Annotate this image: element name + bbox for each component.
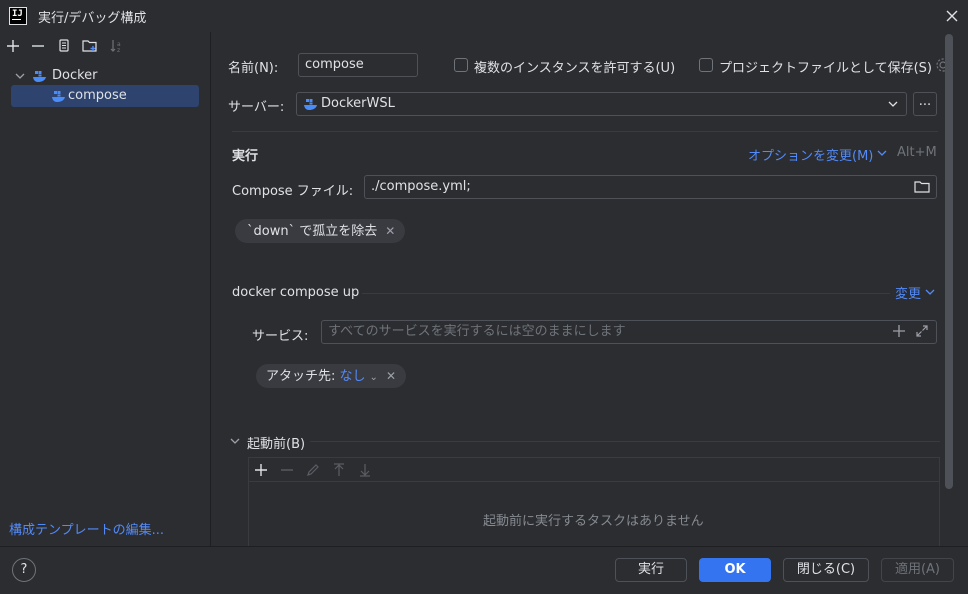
title-bar: IJ 実行/デバッグ構成 (0, 0, 968, 32)
store-as-project-file-label[interactable]: プロジェクトファイルとして保存(S) (719, 57, 932, 76)
help-button[interactable]: ? (12, 558, 36, 582)
run-button[interactable]: 実行 (615, 558, 687, 582)
before-launch-list: 起動前に実行するタスクはありません (248, 457, 940, 547)
add-icon[interactable] (253, 462, 269, 478)
name-label: 名前(N): (228, 61, 279, 76)
remove-icon[interactable] (29, 37, 47, 55)
chevron-down-icon[interactable] (229, 435, 241, 447)
svg-text:z: z (117, 47, 120, 54)
scrollbar[interactable] (945, 34, 953, 489)
close-icon[interactable] (943, 7, 961, 25)
copy-icon[interactable] (55, 37, 73, 55)
before-launch-empty-text: 起動前に実行するタスクはありません (483, 514, 704, 529)
configurations-panel: az Docker compose 構成テンプレートの編集... (0, 32, 211, 546)
change-link[interactable]: 変更 (895, 283, 921, 302)
docker-icon (52, 91, 65, 102)
modify-options-shortcut: Alt+M (897, 145, 937, 160)
chevron-down-icon[interactable] (876, 147, 888, 159)
remove-orphans-chip[interactable]: `down` で孤立を除去 ✕ (235, 219, 406, 243)
allow-multiple-checkbox[interactable] (454, 58, 468, 72)
divider (310, 441, 940, 442)
new-folder-icon[interactable] (81, 37, 99, 55)
chevron-down-icon[interactable] (14, 69, 26, 83)
apply-button: 適用(A) (881, 558, 954, 582)
add-icon[interactable] (891, 323, 907, 339)
allow-multiple-label[interactable]: 複数のインスタンスを許可する(U) (474, 57, 675, 76)
server-dropdown[interactable]: DockerWSL (296, 92, 907, 116)
close-button[interactable]: 閉じる(C) (783, 558, 869, 582)
add-icon[interactable] (4, 37, 22, 55)
server-more-button[interactable]: ... (913, 92, 937, 116)
close-icon[interactable]: ✕ (385, 224, 395, 238)
services-field[interactable]: すべてのサービスを実行するには空のままにします (321, 320, 937, 344)
divider (362, 293, 890, 294)
tree-item-label: Docker (52, 68, 98, 83)
before-launch-toolbar (249, 458, 939, 482)
window-title: 実行/デバッグ構成 (38, 11, 147, 26)
before-launch-label[interactable]: 起動前(B) (247, 433, 305, 452)
divider (232, 131, 938, 132)
sort-icon: az (108, 37, 126, 55)
move-down-icon (357, 462, 373, 478)
expand-icon[interactable] (914, 323, 930, 339)
docker-icon (33, 71, 46, 82)
edit-icon (305, 462, 321, 478)
chip-label: `down` で孤立を除去 (247, 224, 378, 239)
name-field[interactable]: compose (298, 53, 418, 77)
chip-label: アタッチ先: (266, 369, 336, 384)
server-value: DockerWSL (321, 96, 395, 111)
intellij-logo-icon: IJ (9, 7, 27, 25)
run-section-title: 実行 (232, 149, 259, 164)
chevron-down-icon (888, 101, 898, 107)
modify-options-link[interactable]: オプションを変更(M) (748, 145, 873, 164)
server-label: サーバー: (228, 100, 285, 115)
move-up-icon (331, 462, 347, 478)
tree-item-label: compose (68, 88, 127, 103)
compose-file-label: Compose ファイル: (232, 184, 354, 199)
attach-to-chip[interactable]: アタッチ先: なし ⌄ ✕ (256, 364, 406, 388)
folder-icon[interactable] (913, 178, 931, 196)
services-label: サービス: (252, 329, 309, 344)
remove-icon (279, 462, 295, 478)
tree-item-docker[interactable]: Docker (14, 67, 204, 85)
chevron-down-icon[interactable]: ⌄ (370, 372, 378, 383)
tree-item-compose[interactable]: compose (11, 85, 199, 107)
docker-icon (304, 99, 317, 110)
compose-file-field[interactable]: ./compose.yml; (364, 175, 937, 199)
compose-up-section-title: docker compose up (232, 285, 360, 300)
chevron-down-icon[interactable] (924, 286, 936, 298)
close-icon[interactable]: ✕ (386, 369, 396, 383)
store-as-project-file-checkbox[interactable] (699, 58, 713, 72)
attach-to-value[interactable]: なし (340, 369, 366, 384)
edit-templates-link[interactable]: 構成テンプレートの編集... (9, 519, 164, 538)
ok-button[interactable]: OK (699, 558, 771, 582)
